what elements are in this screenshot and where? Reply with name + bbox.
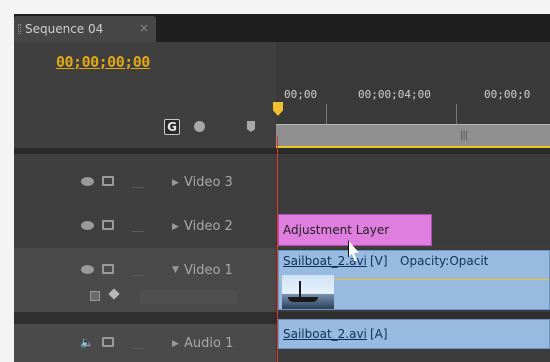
work-area-grip[interactable]: ||| — [460, 130, 468, 141]
track-name: Video 2 — [184, 219, 233, 234]
film-icon[interactable] — [102, 176, 114, 186]
ruler-tick — [326, 104, 327, 124]
ruler-label-0: 00;00 — [284, 88, 318, 101]
close-icon[interactable]: × — [139, 21, 149, 35]
triangle-down-icon[interactable]: ▼ — [172, 265, 179, 275]
clip-label: Adjustment Layer — [283, 223, 390, 237]
triangle-right-icon[interactable]: ▶ — [172, 178, 179, 188]
track-header-video-2[interactable]: ▶ Video 2 — [14, 206, 276, 246]
eye-icon[interactable] — [81, 221, 94, 230]
current-timecode[interactable]: 00;00;00;00 — [56, 53, 150, 71]
clip-adjustment-layer[interactable]: Adjustment Layer — [278, 214, 432, 246]
lock-toggle[interactable] — [132, 176, 144, 188]
ruler-label-1: 00;00;04;00 — [358, 88, 431, 101]
clip-tag: [A] — [370, 327, 388, 341]
track-lane-video-3[interactable] — [276, 154, 550, 206]
clip-tag: [V] — [370, 254, 388, 268]
tab-sequence-04[interactable]: Sequence 04 × — [14, 16, 156, 42]
playhead-line[interactable] — [277, 136, 278, 362]
eye-icon[interactable] — [81, 265, 94, 274]
speaker-icon[interactable]: 🔈 — [80, 336, 94, 349]
ruler-tick — [456, 104, 457, 124]
display-style-icon[interactable] — [90, 291, 100, 301]
clip-thumbnail — [282, 275, 334, 309]
tab-label: Sequence 04 — [25, 22, 104, 36]
track-name: Audio 1 — [184, 336, 234, 351]
tab-bar: Sequence 04 × — [14, 14, 550, 42]
grip-icon[interactable] — [18, 24, 21, 34]
film-icon[interactable] — [102, 337, 114, 347]
lock-toggle[interactable] — [132, 337, 144, 349]
lock-toggle[interactable] — [132, 220, 144, 232]
lock-toggle[interactable] — [132, 264, 144, 276]
keyframe-navigator[interactable] — [140, 290, 238, 304]
clip-sailboat-audio[interactable]: Sailboat_2.avi [A] — [278, 319, 550, 349]
snap-icon[interactable]: G — [164, 119, 180, 135]
track-name: Video 3 — [184, 175, 233, 190]
clip-opacity-label[interactable]: Opacity:Opacit — [400, 254, 488, 268]
clip-sailboat-video[interactable]: Sailboat_2.avi [V] Opacity:Opacit — [278, 250, 550, 310]
ruler-label-2: 00;00;0 — [484, 88, 531, 101]
triangle-right-icon[interactable]: ▶ — [172, 222, 179, 232]
work-area-bar[interactable]: ||| — [276, 124, 550, 148]
track-header-video-3[interactable]: ▶ Video 3 — [14, 154, 276, 206]
track-header-audio-1[interactable]: 🔈 ▶ Audio 1 — [14, 324, 276, 362]
film-icon[interactable] — [102, 220, 114, 230]
clip-name[interactable]: Sailboat_2.avi — [283, 327, 367, 341]
triangle-right-icon[interactable]: ▶ — [172, 339, 179, 349]
marker-icon[interactable] — [194, 121, 205, 132]
timeline-panel: Sequence 04 × 00;00;00;00 G 00;00 00;00;… — [14, 14, 550, 362]
track-name: Video 1 — [184, 263, 233, 278]
film-icon[interactable] — [102, 264, 114, 274]
eye-icon[interactable] — [81, 177, 94, 186]
sailboat-hull — [288, 297, 318, 302]
